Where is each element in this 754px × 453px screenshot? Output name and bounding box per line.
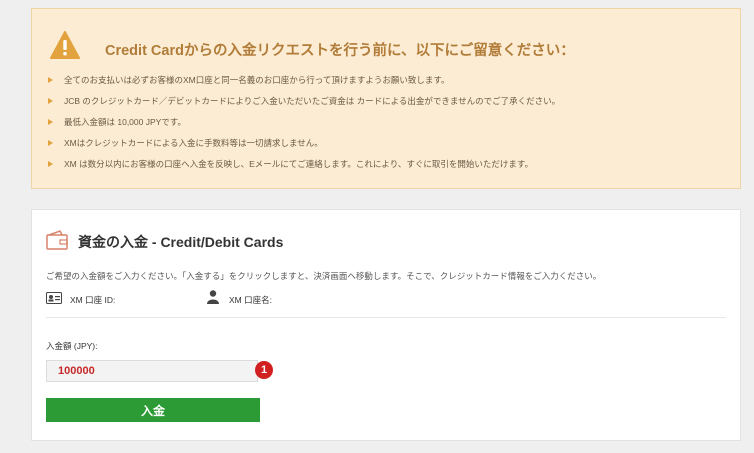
notice-title: Credit Cardからの入金リクエストを行う前に、以下にご留意ください：: [105, 43, 575, 59]
page-title: 資金の入金 - Credit/Debit Cards: [78, 234, 284, 250]
amount-input[interactable]: [46, 360, 258, 382]
notice-item: XM は数分以内にお客様の口座へ入金を反映し、Eメールにてご連絡します。これによ…: [48, 157, 560, 178]
notice-item-text: 全てのお支払いは必ずお客様のXM口座と同一名義のお口座から行って頂けますようお願…: [64, 75, 450, 85]
bullet-arrow-icon: [48, 119, 53, 125]
warning-icon: [50, 31, 80, 59]
notice-item: 全てのお支払いは必ずお客様のXM口座と同一名義のお口座から行って頂けますようお願…: [48, 73, 560, 94]
deposit-description: ご希望の入金額をご入力ください。「入金する」をクリックしますと、決済画面へ移動し…: [46, 271, 602, 281]
notice-item: XMはクレジットカードによる入金に手数料等は一切請求しません。: [48, 136, 560, 157]
account-id-label: XM 口座 ID:: [70, 295, 116, 305]
notice-panel: Credit Cardからの入金リクエストを行う前に、以下にご留意ください： 全…: [31, 8, 741, 189]
account-name-label: XM 口座名:: [229, 295, 272, 305]
bullet-arrow-icon: [48, 98, 53, 104]
notice-item-text: 最低入金額は 10,000 JPYです。: [64, 117, 186, 127]
notice-item-text: JCB のクレジットカード／デビットカードによりご入金いただいたご資金は カード…: [64, 96, 561, 106]
amount-label: 入金額 (JPY):: [46, 341, 98, 351]
user-icon: [207, 290, 219, 304]
notice-item: 最低入金額は 10,000 JPYです。: [48, 115, 560, 136]
bullet-arrow-icon: [48, 161, 53, 167]
bullet-arrow-icon: [48, 77, 53, 83]
deposit-card: 資金の入金 - Credit/Debit Cards ご希望の入金額をご入力くだ…: [31, 209, 741, 441]
id-card-icon: [46, 292, 62, 304]
notice-item-text: XM は数分以内にお客様の口座へ入金を反映し、Eメールにてご連絡します。これによ…: [64, 159, 534, 169]
deposit-button[interactable]: 入金: [46, 398, 260, 422]
wallet-icon: [46, 230, 68, 250]
notice-item: JCB のクレジットカード／デビットカードによりご入金いただいたご資金は カード…: [48, 94, 560, 115]
step-badge: 1: [255, 361, 273, 379]
bullet-arrow-icon: [48, 140, 53, 146]
divider: [46, 317, 726, 318]
notice-list: 全てのお支払いは必ずお客様のXM口座と同一名義のお口座から行って頂けますようお願…: [48, 73, 560, 178]
notice-item-text: XMはクレジットカードによる入金に手数料等は一切請求しません。: [64, 138, 323, 148]
